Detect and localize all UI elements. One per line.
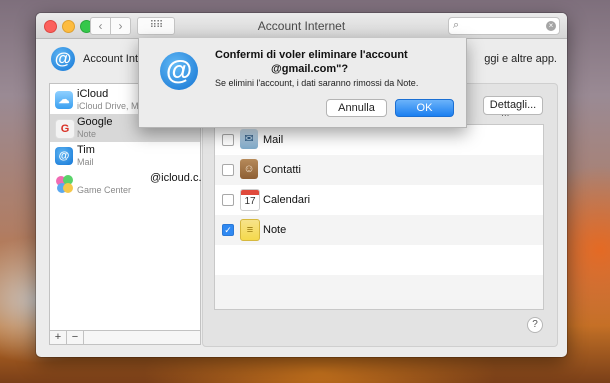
google-icon: G xyxy=(55,119,75,139)
service-row-calendars: 17 Calendari xyxy=(215,185,543,215)
services-list: ✉ Mail ☺ Contatti 17 Calendari ✓ ≡ Note xyxy=(214,124,544,310)
service-row-notes: ✓ ≡ Note xyxy=(215,215,543,245)
service-label: Note xyxy=(263,224,287,236)
internet-accounts-icon: @ xyxy=(51,47,75,71)
dialog-title: Confermi di voler eliminare l'account @g… xyxy=(215,48,455,76)
remove-account-button[interactable]: − xyxy=(67,331,84,344)
account-item-tim[interactable]: @ Tim Mail xyxy=(50,142,200,170)
search-icon: ⌕ xyxy=(453,19,460,31)
calendar-icon: 17 xyxy=(240,189,260,211)
account-name: @icloud.c... xyxy=(150,172,208,184)
clear-search-icon[interactable]: × xyxy=(546,21,556,31)
dialog-message: Se elimini l'account, i dati saranno rim… xyxy=(215,78,419,88)
service-checkbox-calendars[interactable] xyxy=(222,194,234,206)
service-label: Mail xyxy=(263,134,284,146)
account-name: Tim xyxy=(77,144,95,156)
service-label: Calendari xyxy=(263,194,311,206)
account-name: iCloud xyxy=(77,88,109,100)
header-description-tail: ggi e altre app. xyxy=(484,53,557,65)
dialog-title-line1: Confermi di voler eliminare l'account xyxy=(215,49,408,61)
title-bar: ‹ › ⠿⠿ Account Internet ⌕ × xyxy=(36,13,567,39)
header-description: Account Inte xyxy=(83,53,145,65)
notes-icon: ≡ xyxy=(240,219,260,241)
ok-button[interactable]: OK xyxy=(395,99,454,117)
service-checkbox-contacts[interactable] xyxy=(222,164,234,176)
account-item-game-center[interactable]: @icloud.c... Game Center xyxy=(50,170,208,198)
help-button[interactable]: ? xyxy=(527,317,543,333)
icloud-icon: ☁ xyxy=(55,91,73,109)
game-center-icon xyxy=(55,175,73,193)
service-row-empty xyxy=(215,245,543,275)
service-row-empty xyxy=(215,275,543,309)
account-list-toolbar: + − xyxy=(49,330,201,345)
internet-accounts-icon: @ xyxy=(160,52,198,90)
delete-account-dialog: @ Confermi di voler eliminare l'account … xyxy=(138,38,467,128)
dialog-title-line2: @gmail.com"? xyxy=(271,63,349,75)
contacts-icon: ☺ xyxy=(240,159,258,179)
service-checkbox-mail[interactable] xyxy=(222,134,234,146)
at-icon: @ xyxy=(55,147,73,165)
service-row-contacts: ☺ Contatti xyxy=(215,155,543,185)
account-subtitle: iCloud Drive, Ma xyxy=(77,101,144,111)
checkmark-icon: ✓ xyxy=(224,225,232,235)
account-subtitle: Note xyxy=(77,129,97,139)
cancel-button[interactable]: Annulla xyxy=(326,99,387,117)
search-input[interactable]: ⌕ × xyxy=(448,17,560,35)
account-subtitle: Mail xyxy=(77,157,94,167)
service-row-mail: ✉ Mail xyxy=(215,125,543,155)
account-name: Google xyxy=(77,116,113,128)
service-label: Contatti xyxy=(263,164,301,176)
service-checkbox-notes[interactable]: ✓ xyxy=(222,224,234,236)
details-button[interactable]: Dettagli... xyxy=(483,96,543,115)
account-subtitle: Game Center xyxy=(77,185,132,195)
add-account-button[interactable]: + xyxy=(50,331,67,344)
mail-icon: ✉ xyxy=(240,129,258,149)
